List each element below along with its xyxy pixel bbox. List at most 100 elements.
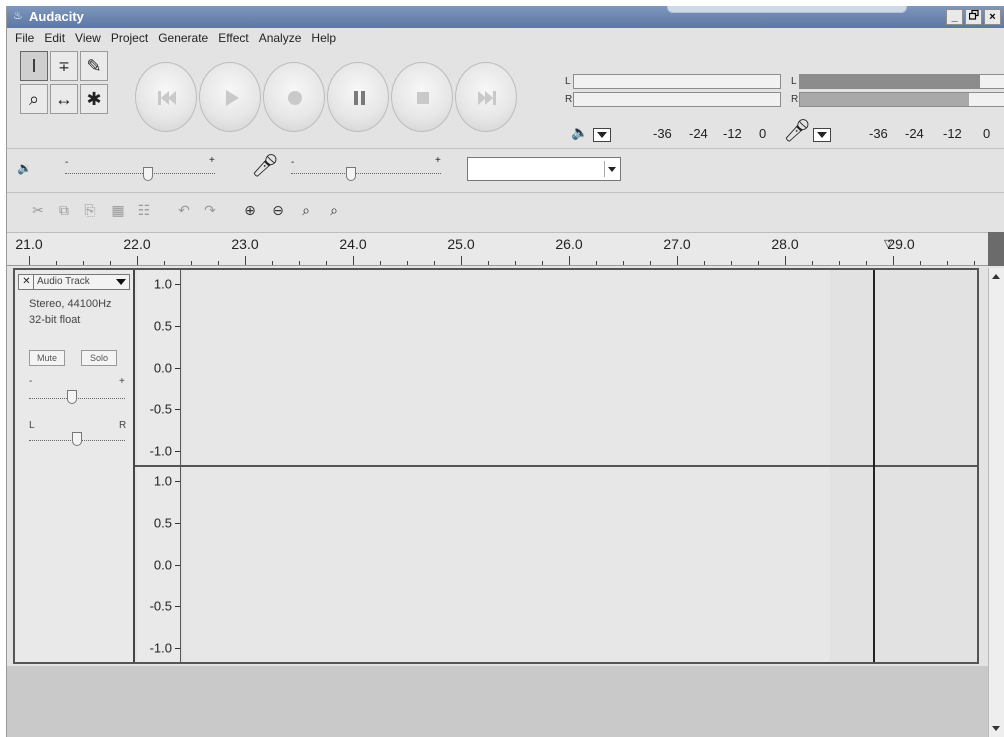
- audio-track[interactable]: ✕ Audio Track Stereo, 44100Hz 32-bit flo…: [13, 268, 979, 664]
- minimize-button[interactable]: _: [946, 9, 963, 25]
- ruler-tick: [29, 256, 30, 265]
- ruler-tick: [893, 256, 894, 265]
- output-slider-max-mark: +: [209, 155, 215, 166]
- record-meter-menu[interactable]: [813, 128, 831, 142]
- solo-button[interactable]: Solo: [81, 350, 117, 366]
- menu-generate[interactable]: Generate: [154, 29, 212, 49]
- skip-end-button[interactable]: [455, 62, 517, 132]
- stop-icon: [417, 92, 429, 104]
- menu-help[interactable]: Help: [307, 29, 340, 49]
- input-source-select[interactable]: [467, 157, 621, 181]
- cut-button[interactable]: ✂: [27, 199, 49, 221]
- undo-icon: ↶: [178, 202, 190, 218]
- zoom-tool[interactable]: ⌕: [20, 84, 48, 114]
- draw-tool[interactable]: ✎: [80, 51, 108, 81]
- mute-button[interactable]: Mute: [29, 350, 65, 366]
- timeshift-tool[interactable]: ↔: [50, 84, 78, 114]
- ruler-label: 21.0: [15, 236, 43, 252]
- input-volume-slider[interactable]: [291, 173, 441, 174]
- playback-scale-12: -12: [723, 126, 742, 141]
- scroll-down-icon[interactable]: [992, 726, 1000, 731]
- record-scale-24: -24: [905, 126, 924, 141]
- ruler-label: 25.0: [447, 236, 475, 252]
- fit-selection-button[interactable]: ⌕: [295, 199, 317, 221]
- multi-tool[interactable]: ✱: [80, 84, 108, 114]
- restore-icon: [968, 9, 979, 20]
- track-rate: Stereo, 44100Hz: [29, 298, 112, 310]
- empty-track-area[interactable]: [7, 666, 991, 737]
- waveform-left-channel[interactable]: [183, 270, 977, 465]
- play-button[interactable]: [199, 62, 261, 132]
- record-meter-right-label: R: [791, 94, 799, 105]
- scroll-up-icon[interactable]: [992, 274, 1000, 279]
- playback-meter-left: [573, 74, 781, 89]
- ruler-label: 28.0: [771, 236, 799, 252]
- menu-analyze[interactable]: Analyze: [255, 29, 306, 49]
- ruler-tick: [839, 261, 840, 265]
- ruler-tick: [785, 256, 786, 265]
- close-track-icon[interactable]: ✕: [20, 275, 34, 289]
- ruler-tick: [758, 261, 759, 265]
- output-volume-slider[interactable]: [65, 173, 215, 174]
- selection-tool[interactable]: I: [20, 51, 48, 81]
- skip-start-button[interactable]: [135, 62, 197, 132]
- undo-button[interactable]: ↶: [173, 199, 195, 221]
- pan-left-label: L: [29, 420, 35, 431]
- playback-meter-left-label: L: [565, 76, 571, 87]
- ruler-tick: [245, 256, 246, 265]
- menu-edit[interactable]: Edit: [40, 29, 69, 49]
- transport-toolbar: [135, 54, 517, 144]
- gain-thumb[interactable]: [67, 390, 78, 404]
- playback-meter-right: [573, 92, 781, 107]
- ruler-tick: [515, 261, 516, 265]
- record-scale-0: 0: [983, 126, 991, 141]
- ruler-tick: [56, 261, 57, 265]
- menu-file[interactable]: File: [11, 29, 38, 49]
- trim-button[interactable]: ▦: [107, 199, 129, 221]
- paste-button[interactable]: ⎘: [79, 199, 101, 221]
- record-meter-left-fill: [800, 75, 980, 88]
- zoom-out-button[interactable]: ⊖: [267, 199, 289, 221]
- amplitude-label: 0.5: [153, 515, 172, 531]
- redo-button[interactable]: ↷: [199, 199, 221, 221]
- paste-icon: ⎘: [84, 202, 96, 218]
- output-volume-icon: 🔉: [17, 161, 32, 175]
- output-volume-thumb[interactable]: [142, 167, 153, 181]
- amplitude-label: 0.0: [153, 557, 172, 572]
- envelope-tool[interactable]: ∓: [50, 51, 78, 81]
- playback-meter-menu[interactable]: [593, 128, 611, 142]
- ruler-label: 23.0: [231, 236, 259, 252]
- amplitude-tick: [175, 522, 180, 524]
- vertical-scrollbar[interactable]: [988, 268, 1004, 737]
- menu-project[interactable]: Project: [107, 29, 152, 49]
- maximize-button[interactable]: [965, 9, 982, 25]
- ruler-tick: [218, 261, 219, 265]
- copy-icon: ⧉: [59, 202, 69, 218]
- ruler-tick: [731, 261, 732, 265]
- record-button[interactable]: [263, 62, 325, 132]
- track-name-menu[interactable]: ✕ Audio Track: [18, 274, 130, 290]
- copy-button[interactable]: ⧉: [53, 199, 75, 221]
- amplitude-tick: [175, 367, 180, 369]
- close-button[interactable]: ×: [984, 9, 1001, 25]
- window-title: Audacity: [29, 9, 84, 24]
- pan-thumb[interactable]: [72, 432, 82, 446]
- cut-icon: ✂: [32, 202, 44, 218]
- zoom-in-button[interactable]: ⊕: [239, 199, 261, 221]
- chevron-down-icon[interactable]: [604, 161, 618, 177]
- ruler-tick: [407, 261, 408, 265]
- waveform-right-channel[interactable]: [183, 467, 977, 662]
- fit-project-button[interactable]: ⌕: [323, 199, 345, 221]
- menu-view[interactable]: View: [71, 29, 105, 49]
- silence-button[interactable]: ☷: [133, 199, 155, 221]
- skip-end-icon: [478, 91, 496, 105]
- amplitude-ruler-left: 1.0 0.5 0.0 -0.5 -1.0: [137, 270, 181, 465]
- timeline-ruler[interactable]: ▽ 21.0 22.0 23.0 24.0 25.0 26.0 27.0 28.0 29.0: [7, 232, 989, 266]
- amplitude-label: 0.5: [153, 318, 172, 334]
- menu-effect[interactable]: Effect: [214, 29, 252, 49]
- output-slider-min-mark: -: [65, 157, 69, 168]
- input-volume-thumb[interactable]: [346, 167, 356, 181]
- pause-button[interactable]: [327, 62, 389, 132]
- ruler-label: 24.0: [339, 236, 367, 252]
- stop-button[interactable]: [391, 62, 453, 132]
